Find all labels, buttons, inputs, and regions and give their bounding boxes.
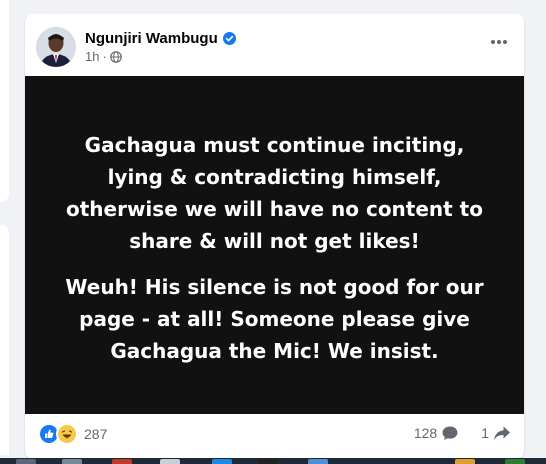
post-image-text: Gachagua must continue inciting, lying &…	[25, 129, 524, 381]
comment-icon[interactable]	[441, 425, 459, 441]
author-name[interactable]: Ngunjiri Wambugu	[85, 30, 218, 47]
image-text-paragraph-1: Gachagua must continue inciting, lying &…	[25, 129, 524, 257]
image-text-line: Gachagua the Mic! We insist.	[110, 339, 439, 363]
taskbar-app-icon[interactable]	[455, 459, 475, 464]
post-meta: 1h ·	[85, 49, 122, 64]
comments-count[interactable]: 128	[414, 425, 437, 441]
engagement-stats: 128 1	[414, 425, 511, 441]
image-text-line: lying & contradicting himself,	[107, 165, 442, 189]
post-image[interactable]: Gachagua must continue inciting, lying &…	[25, 76, 524, 414]
reactions-summary[interactable]: 287	[38, 423, 107, 445]
more-options-icon	[491, 40, 495, 44]
share-icon[interactable]	[493, 425, 511, 441]
author-name-row: Ngunjiri Wambugu	[85, 30, 236, 47]
author-avatar[interactable]	[36, 27, 76, 67]
left-panel-top	[0, 0, 9, 202]
taskbar-app-icon[interactable]	[112, 459, 132, 464]
taskbar-app-icon[interactable]	[308, 459, 328, 464]
taskbar-app-icon[interactable]	[258, 459, 278, 464]
post-card: Ngunjiri Wambugu 1h · Gachagua must cont…	[25, 14, 524, 459]
haha-icon	[56, 423, 78, 445]
image-text-paragraph-2: Weuh! His silence is not good for our pa…	[25, 271, 524, 367]
taskbar-app-icon[interactable]	[212, 459, 232, 464]
verified-badge-icon	[222, 32, 236, 45]
taskbar-app-icon[interactable]	[62, 459, 82, 464]
image-text-line: share & will not get likes!	[129, 229, 420, 253]
image-text-line: Gachagua must continue inciting,	[84, 133, 465, 157]
taskbar-app-icon[interactable]	[16, 459, 36, 464]
post-timestamp[interactable]: 1h	[85, 49, 99, 64]
globe-icon[interactable]	[110, 50, 122, 63]
image-text-line: Weuh! His silence is not good for our	[65, 275, 484, 299]
image-text-line: page - at all! Someone please give	[79, 307, 470, 331]
taskbar-app-icon[interactable]	[505, 459, 525, 464]
taskbar-app-icon[interactable]	[160, 459, 180, 464]
more-options-button[interactable]	[488, 34, 510, 50]
left-panel-bottom	[0, 225, 9, 455]
reaction-count: 287	[84, 426, 108, 442]
image-text-line: otherwise we will have no content to	[65, 197, 483, 221]
shares-count[interactable]: 1	[481, 425, 489, 441]
